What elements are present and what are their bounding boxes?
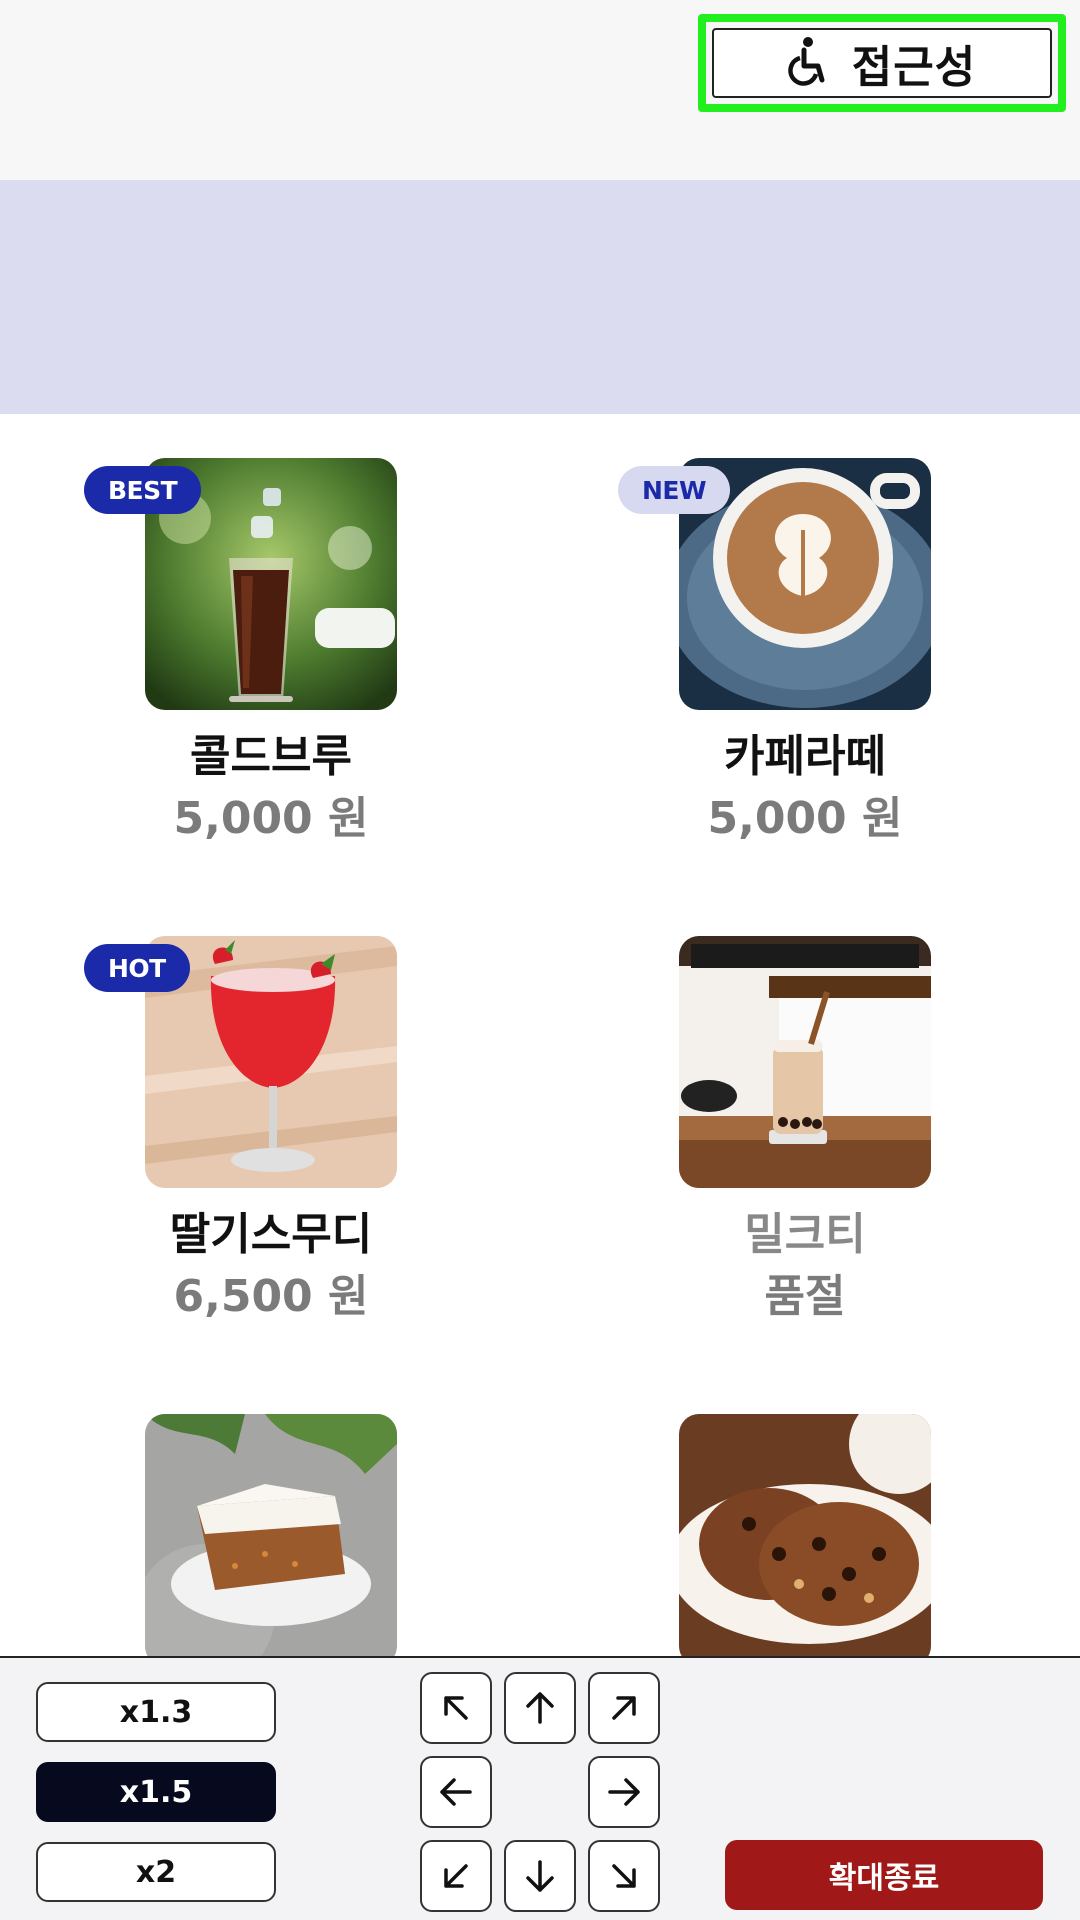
accessibility-label: 접근성: [851, 42, 977, 93]
menu-grid: BEST 콜드브루 5,000 원 NEW 카페라떼 5,000 원 HOT 딸…: [0, 414, 1080, 1656]
arrow-down-left-icon: [444, 1864, 468, 1888]
new-badge: NEW: [618, 466, 731, 514]
top-bar: 접근성: [0, 0, 1080, 180]
arrow-down-right-button[interactable]: [588, 1840, 660, 1912]
wheelchair-icon: [787, 36, 830, 90]
zoom-1-3-button[interactable]: x1.3: [36, 1682, 276, 1742]
hot-badge: HOT: [84, 944, 190, 992]
arrow-up-left-button[interactable]: [420, 1672, 492, 1744]
menu-item[interactable]: NEW 카페라떼 5,000 원: [594, 458, 994, 878]
kiosk-screen: 접근성 BEST 콜드브루 5,000 원 NEW 카페라떼 5,000 원 H…: [0, 0, 1080, 1920]
menu-item[interactable]: 밀크티 품절: [594, 936, 994, 1356]
arrow-down-right-icon: [612, 1864, 636, 1888]
menu-item-name: 밀크티: [744, 1209, 866, 1260]
chocolate-chip-cookies-photo[interactable]: [679, 1414, 931, 1656]
menu-item-price: 5,000 원: [707, 793, 903, 844]
arrow-left-icon: [440, 1778, 472, 1806]
sold-out-label: 품절: [764, 1271, 846, 1322]
arrow-up-left-icon: [444, 1696, 468, 1720]
menu-item[interactable]: [594, 1414, 994, 1656]
accessibility-button-inner[interactable]: 접근성: [712, 28, 1052, 98]
magnifier-controls: x1.3 x1.5 x2 확대종료: [0, 1656, 1080, 1920]
carrot-cake-photo[interactable]: [145, 1414, 397, 1656]
bubble-milk-tea-photo[interactable]: [679, 936, 931, 1188]
menu-item-price: 6,500 원: [173, 1271, 369, 1322]
menu-item-price: 5,000 원: [173, 793, 369, 844]
arrow-down-icon: [526, 1860, 554, 1892]
arrow-right-button[interactable]: [588, 1756, 660, 1828]
arrow-up-right-button[interactable]: [588, 1672, 660, 1744]
best-badge: BEST: [84, 466, 202, 514]
zoom-1-5-button[interactable]: x1.5: [36, 1762, 276, 1822]
zoom-2-button[interactable]: x2: [36, 1842, 276, 1902]
menu-item[interactable]: [60, 1414, 460, 1656]
arrow-up-right-icon: [612, 1696, 636, 1720]
menu-item[interactable]: BEST 콜드브루 5,000 원: [60, 458, 460, 878]
menu-item-name: 콜드브루: [190, 731, 352, 782]
arrow-down-button[interactable]: [504, 1840, 576, 1912]
arrow-left-button[interactable]: [420, 1756, 492, 1828]
arrow-right-icon: [608, 1778, 640, 1806]
arrow-up-button[interactable]: [504, 1672, 576, 1744]
arrow-up-icon: [526, 1692, 554, 1724]
promo-banner: [0, 180, 1080, 414]
menu-item-name: 딸기스무디: [169, 1209, 373, 1260]
arrow-down-left-button[interactable]: [420, 1840, 492, 1912]
menu-item-name: 카페라떼: [724, 731, 886, 782]
menu-item[interactable]: HOT 딸기스무디 6,500 원: [60, 936, 460, 1356]
end-zoom-button[interactable]: 확대종료: [725, 1840, 1043, 1910]
accessibility-button[interactable]: 접근성: [698, 14, 1066, 112]
